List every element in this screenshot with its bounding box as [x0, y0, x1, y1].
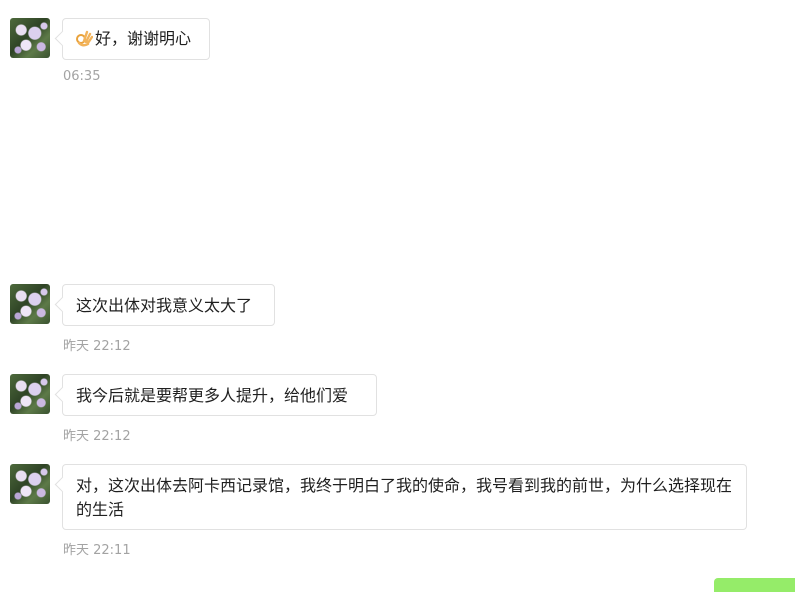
message-text: 好，谢谢明心 [95, 29, 192, 48]
message-timestamp: 昨天 22:12 [63, 339, 131, 354]
message-bubble[interactable]: 这次出体对我意义太大了 [62, 284, 275, 326]
message-bubble[interactable]: 我今后就是要帮更多人提升，给他们爱 [62, 374, 377, 416]
avatar[interactable] [10, 284, 50, 324]
avatar[interactable] [10, 464, 50, 504]
message-bubble[interactable]: 好，谢谢明心 [62, 18, 210, 60]
message-timestamp: 昨天 22:12 [63, 429, 131, 444]
message-bubble[interactable]: 对，这次出体去阿卡西记录馆，我终于明白了我的使命，我号看到我的前世，为什么选择现… [62, 464, 747, 530]
avatar[interactable] [10, 18, 50, 58]
message-text: 对，这次出体去阿卡西记录馆，我终于明白了我的使命，我号看到我的前世，为什么选择现… [76, 476, 733, 519]
message-text: 这次出体对我意义太大了 [76, 296, 253, 315]
message-text: 我今后就是要帮更多人提升，给他们爱 [76, 386, 349, 405]
avatar[interactable] [10, 374, 50, 414]
ok-hand-emoji [76, 30, 93, 47]
message-timestamp: 06:35 [63, 69, 101, 84]
message-timestamp: 昨天 22:11 [63, 543, 131, 558]
